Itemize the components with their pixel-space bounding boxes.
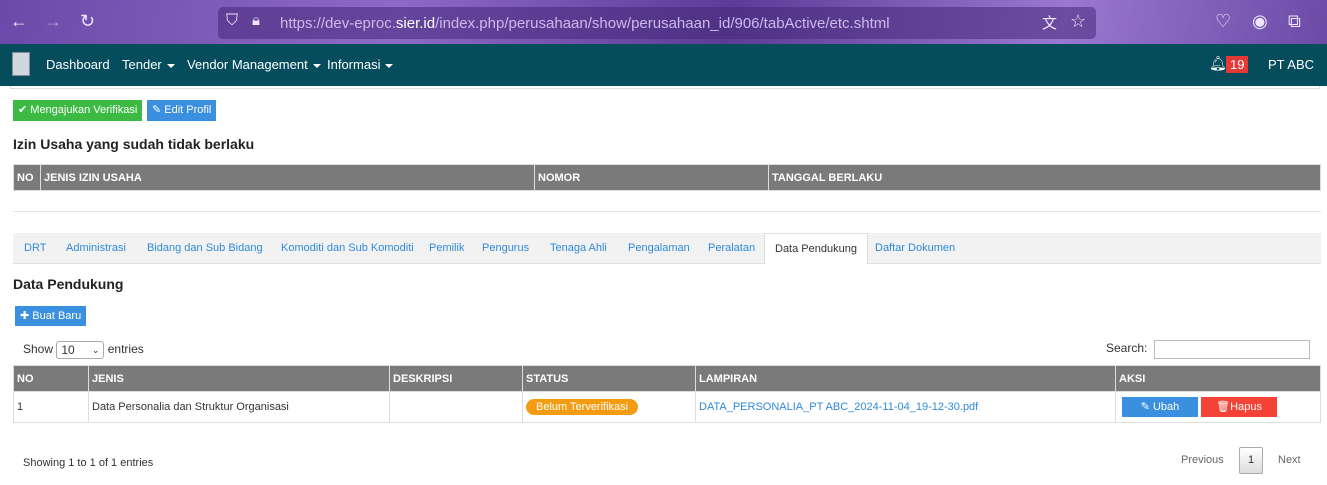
nav-vendor-label: Vendor Management bbox=[187, 57, 308, 72]
expired-permits-table: NO JENIS IZIN USAHA NOMOR TANGGAL BERLAKU bbox=[13, 164, 1321, 191]
entries-label: entries bbox=[107, 342, 144, 357]
tab-drt[interactable]: DRT bbox=[24, 242, 46, 254]
nav-dashboard[interactable]: Dashboard bbox=[46, 57, 110, 72]
tab-pengalaman[interactable]: Pengalaman bbox=[628, 242, 690, 254]
col-jenis: JENIS IZIN USAHA bbox=[40, 164, 535, 191]
col-lampiran: LAMPIRAN bbox=[695, 365, 1116, 392]
verify-label: Mengajukan Verifikasi bbox=[30, 104, 138, 116]
table-row: 1 Data Personalia dan Struktur Organisas… bbox=[13, 391, 1321, 423]
reload-icon[interactable]: ↻ bbox=[80, 11, 95, 32]
tab-bidang[interactable]: Bidang dan Sub Bidang bbox=[147, 242, 263, 254]
next-button[interactable]: Next bbox=[1278, 454, 1301, 466]
col-deskripsi: DESKRIPSI bbox=[389, 365, 523, 392]
nav-informasi[interactable]: Informasi bbox=[327, 57, 394, 72]
tab-daftar-dokumen[interactable]: Daftar Dokumen bbox=[875, 242, 955, 254]
data-table: NO JENIS DESKRIPSI STATUS LAMPIRAN AKSI … bbox=[13, 365, 1321, 423]
cell-deskripsi bbox=[389, 391, 523, 423]
nav-tender-label: Tender bbox=[122, 57, 162, 72]
extensions-icon[interactable]: ⧉ bbox=[1288, 11, 1301, 32]
logo[interactable] bbox=[12, 52, 30, 76]
translate-icon[interactable]: 文 bbox=[1042, 12, 1057, 33]
edit-profile-button[interactable]: ✎ Edit Profil bbox=[147, 100, 217, 121]
lock-icon: 🔒︎ bbox=[252, 12, 260, 29]
edit-row-label: Ubah bbox=[1152, 401, 1180, 413]
previous-button[interactable]: Previous bbox=[1181, 454, 1224, 466]
create-label: Buat Baru bbox=[32, 310, 82, 322]
browser-toolbar: ← → ↻ ⛉ 🔒︎ https://dev-eproc.sier.id/ind… bbox=[0, 0, 1327, 44]
pocket-icon[interactable]: ♡ bbox=[1215, 11, 1231, 32]
caret-down-icon bbox=[312, 63, 321, 68]
tab-data-pendukung[interactable]: Data Pendukung bbox=[764, 233, 868, 264]
edit-button[interactable]: ✎ Ubah bbox=[1122, 397, 1198, 417]
chevron-down-icon: ⌄ bbox=[91, 345, 100, 355]
cell-status: Belum Terverifikasi bbox=[522, 391, 696, 423]
delete-row-label: Hapus bbox=[1230, 401, 1262, 413]
entries-value: 10 bbox=[61, 343, 75, 357]
page-length-control: Show 10 ⌄ entries bbox=[23, 341, 144, 359]
table-info: Showing 1 to 1 of 1 entries bbox=[23, 457, 154, 469]
search-input[interactable] bbox=[1154, 340, 1310, 359]
caret-down-icon bbox=[385, 63, 394, 68]
page-1-button[interactable]: 1 bbox=[1239, 447, 1263, 474]
col-status: STATUS bbox=[522, 365, 696, 392]
notification-badge[interactable]: 19 bbox=[1226, 56, 1249, 73]
nav-informasi-label: Informasi bbox=[327, 57, 381, 72]
nav-vendor-management[interactable]: Vendor Management bbox=[187, 57, 321, 72]
main-navbar: Dashboard Tender Vendor Management Infor… bbox=[0, 44, 1327, 86]
tab-komoditi[interactable]: Komoditi dan Sub Komoditi bbox=[281, 242, 414, 254]
cell-jenis: Data Personalia dan Struktur Organisasi bbox=[88, 391, 390, 423]
section-title: Data Pendukung bbox=[13, 276, 124, 292]
tab-bar: DRT Administrasi Bidang dan Sub Bidang K… bbox=[13, 233, 1321, 264]
cell-no: 1 bbox=[13, 391, 89, 423]
cell-lampiran: DATA_PERSONALIA_PT ABC_2024-11-04_19-12-… bbox=[695, 391, 1116, 423]
url-domain: sier.id bbox=[395, 15, 436, 32]
account-icon[interactable]: ◉ bbox=[1252, 11, 1268, 32]
tab-peralatan[interactable]: Peralatan bbox=[708, 242, 755, 254]
status-badge: Belum Terverifikasi bbox=[526, 399, 639, 415]
cell-aksi: ✎ Ubah 🗑︎Hapus bbox=[1115, 391, 1321, 423]
user-menu[interactable]: PT ABC bbox=[1268, 57, 1314, 72]
entries-select[interactable]: 10 ⌄ bbox=[56, 341, 105, 359]
expired-permits-title: Izin Usaha yang sudah tidak berlaku bbox=[13, 136, 255, 152]
submit-verification-button[interactable]: ✔ Mengajukan Verifikasi bbox=[13, 100, 143, 121]
url-prefix: https://dev-eproc. bbox=[280, 15, 396, 32]
shield-icon[interactable]: ⛉ bbox=[226, 12, 238, 30]
url-path: /index.php/perusahaan/show/perusahaan_id… bbox=[435, 15, 890, 32]
show-label: Show bbox=[23, 342, 54, 357]
col-aksi: AKSI bbox=[1115, 365, 1321, 392]
attachment-link[interactable]: DATA_PERSONALIA_PT ABC_2024-11-04_19-12-… bbox=[699, 401, 978, 413]
bell-icon[interactable]: 🔔︎ bbox=[1209, 55, 1227, 72]
col-no: NO bbox=[13, 164, 41, 191]
back-icon[interactable]: ← bbox=[10, 11, 28, 32]
nav-tender[interactable]: Tender bbox=[122, 57, 175, 72]
edit-label: Edit Profil bbox=[164, 104, 212, 116]
tab-administrasi[interactable]: Administrasi bbox=[66, 242, 126, 254]
forward-icon[interactable]: → bbox=[44, 11, 62, 32]
col-nomor: NOMOR bbox=[534, 164, 769, 191]
create-new-button[interactable]: ✚ Buat Baru bbox=[15, 306, 87, 326]
panel-edge bbox=[10, 86, 1320, 89]
delete-button[interactable]: 🗑︎Hapus bbox=[1201, 397, 1278, 417]
tab-pemilik[interactable]: Pemilik bbox=[429, 242, 464, 254]
col-tanggal: TANGGAL BERLAKU bbox=[768, 164, 1321, 191]
divider bbox=[13, 211, 1321, 212]
col-jenis: JENIS bbox=[88, 365, 390, 392]
caret-down-icon bbox=[166, 63, 175, 68]
tab-pengurus[interactable]: Pengurus bbox=[482, 242, 529, 254]
star-icon[interactable]: ☆ bbox=[1070, 11, 1086, 32]
tab-tenaga-ahli[interactable]: Tenaga Ahli bbox=[550, 242, 607, 254]
address-bar[interactable]: ⛉ 🔒︎ https://dev-eproc.sier.id/index.php… bbox=[218, 7, 1096, 39]
search-label: Search: bbox=[1106, 341, 1148, 355]
col-no: NO bbox=[13, 365, 89, 392]
